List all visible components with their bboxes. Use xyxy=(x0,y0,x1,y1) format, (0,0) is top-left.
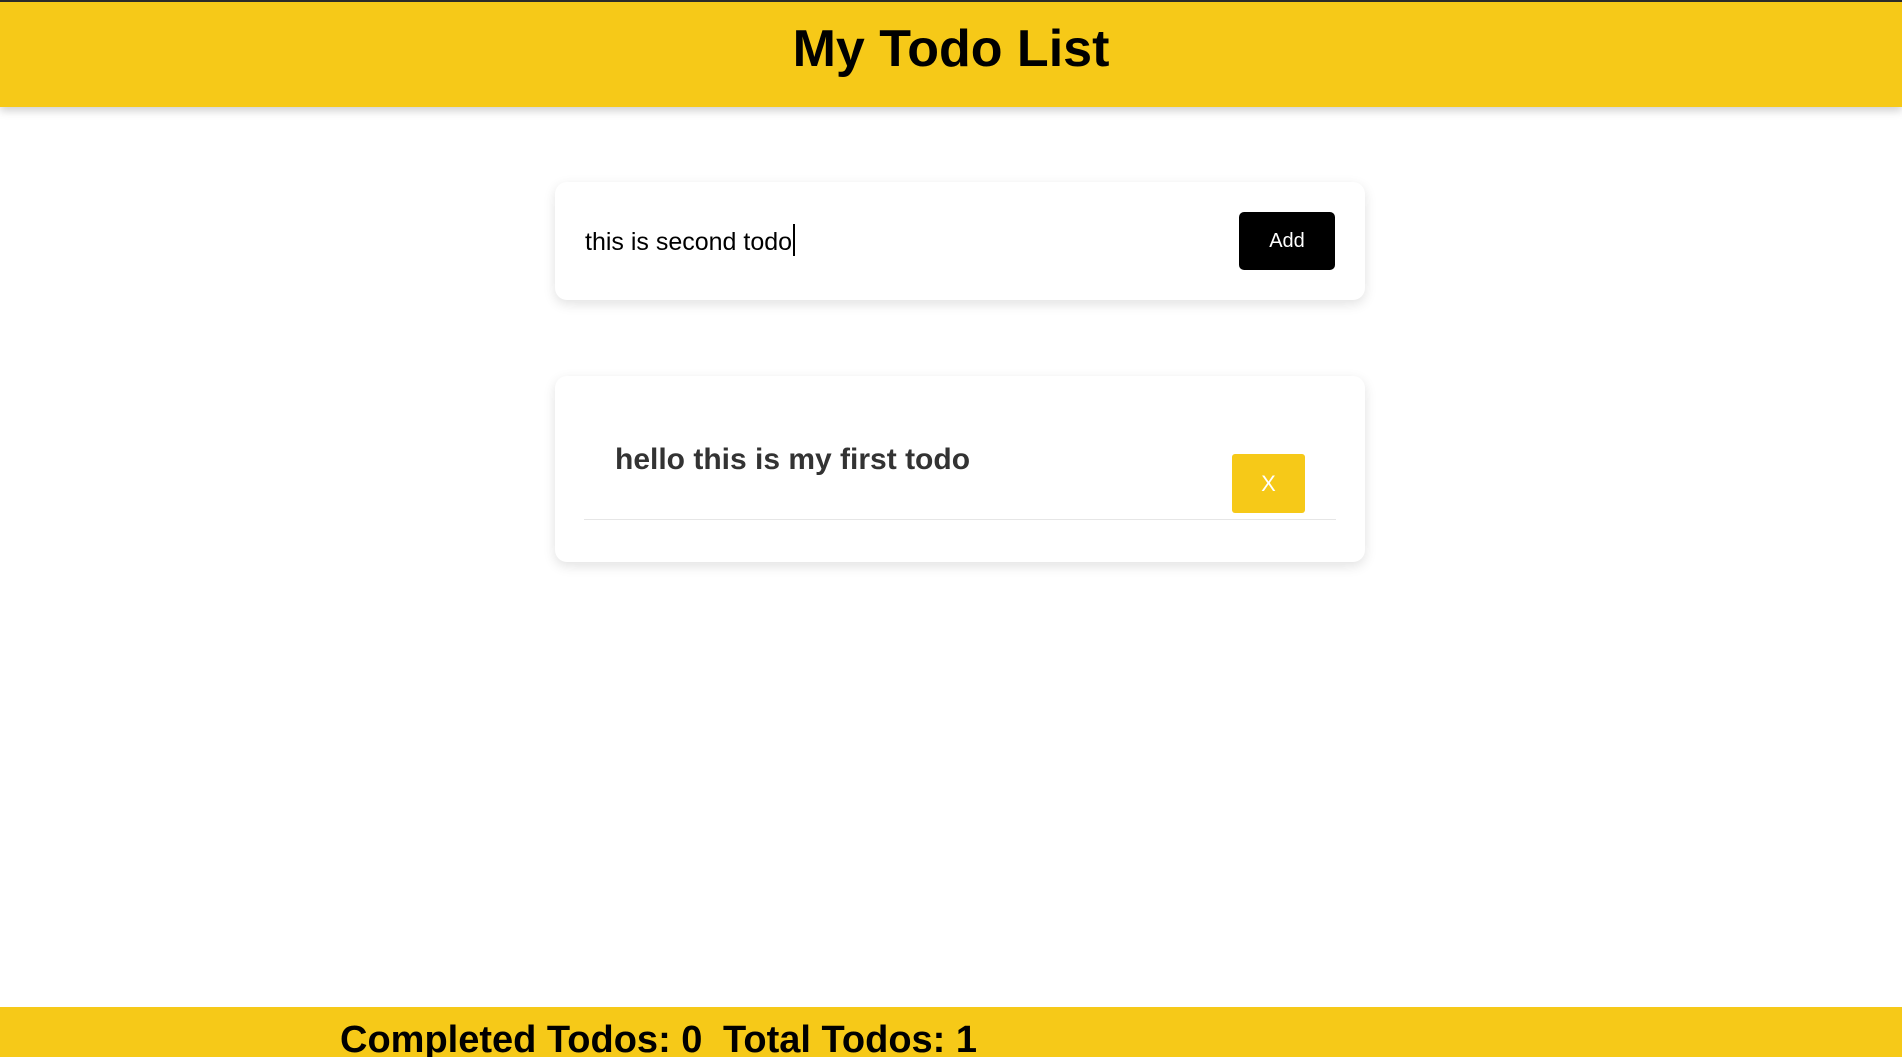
text-caret xyxy=(793,224,796,256)
todo-list-card: hello this is my first todo X xyxy=(555,376,1365,562)
todo-input[interactable] xyxy=(585,220,1285,264)
total-count: Total Todos: 1 xyxy=(723,1019,978,1057)
completed-count: Completed Todos: 0 xyxy=(340,1019,703,1057)
stats-footer: Completed Todos: 0 Total Todos: 1 xyxy=(0,1007,1902,1057)
add-todo-card: Add xyxy=(555,182,1365,300)
add-button[interactable]: Add xyxy=(1239,212,1335,270)
app-header: My Todo List xyxy=(0,2,1902,107)
todo-text: hello this is my first todo xyxy=(615,443,971,476)
page-title: My Todo List xyxy=(792,19,1110,78)
todo-item: hello this is my first todo X xyxy=(584,402,1336,520)
delete-todo-button[interactable]: X xyxy=(1232,454,1305,513)
